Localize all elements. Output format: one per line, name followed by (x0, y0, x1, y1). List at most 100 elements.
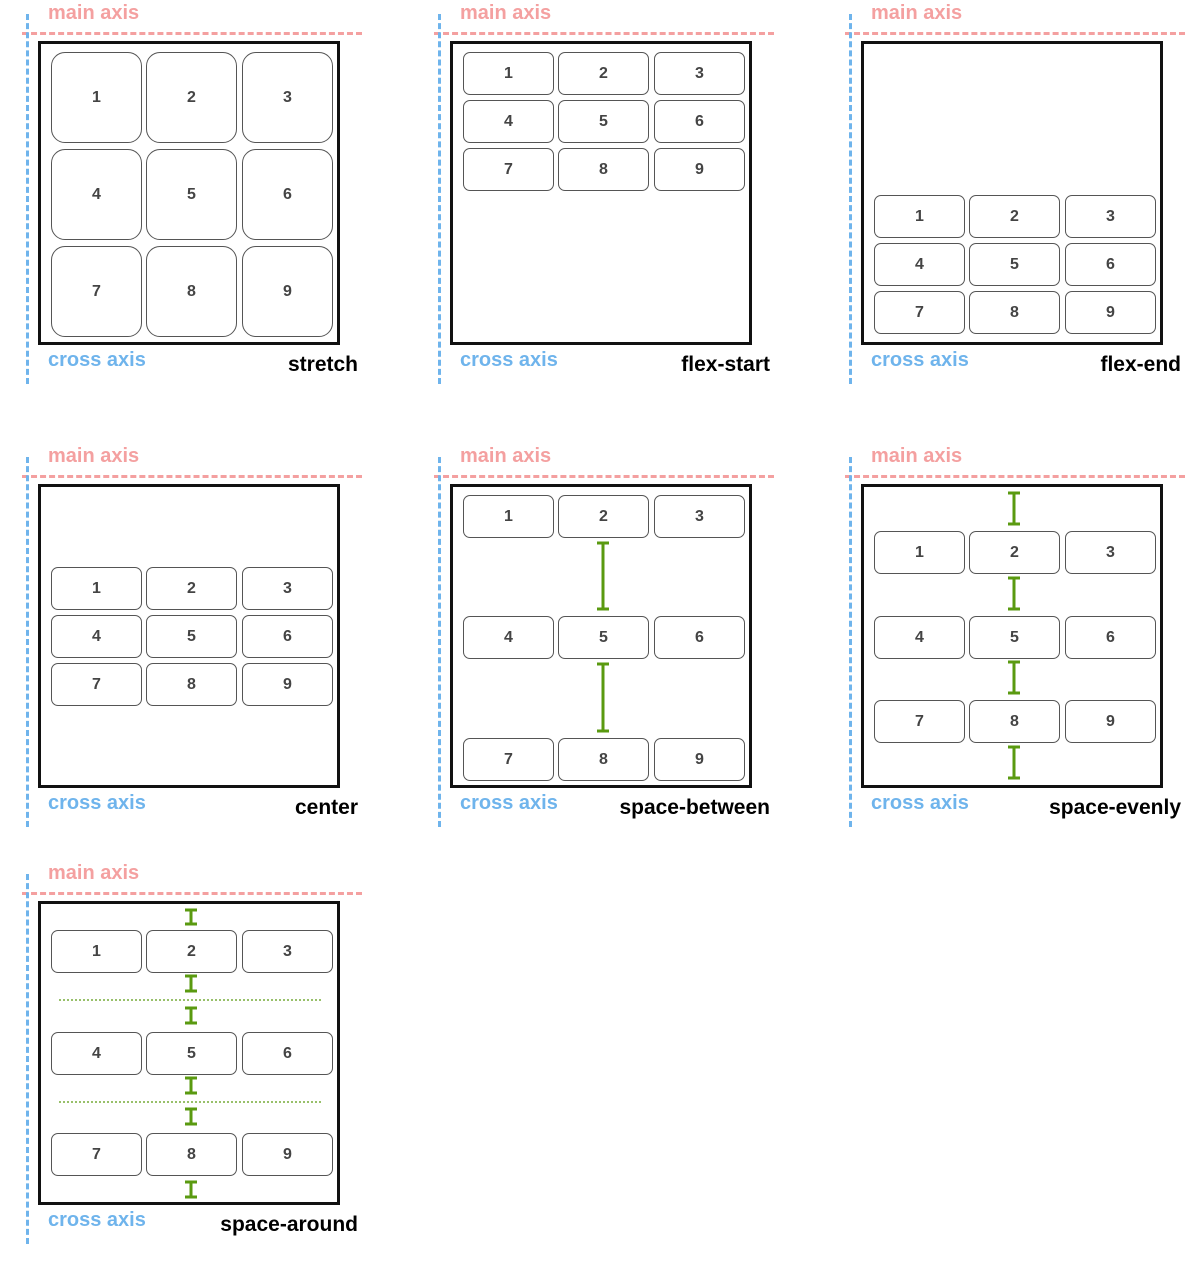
gap-marker-icon (597, 662, 609, 733)
flex-item: 7 (463, 148, 554, 191)
flex-container: 123 456 789 (861, 41, 1163, 345)
flex-item: 6 (242, 149, 333, 240)
flex-item: 1 (51, 567, 142, 610)
flex-item: 8 (146, 246, 237, 337)
flex-item: 3 (242, 567, 333, 610)
flex-item: 5 (969, 243, 1060, 286)
flex-container: 123456789 (38, 901, 340, 1205)
align-content-mode-label: center (294, 796, 358, 819)
flex-item: 5 (558, 100, 649, 143)
main-axis-label: main axis (48, 2, 140, 24)
main-axis-label: main axis (460, 2, 552, 24)
panel-flex-end: main axis 1 2 3 4 5 6 7 8 9 cross axis flex-end (845, 2, 1194, 404)
flex-item: 8 (146, 663, 237, 706)
gap-marker-icon (185, 974, 197, 993)
flex-container: 123456789 (450, 484, 752, 788)
flex-item: 4 (51, 615, 142, 658)
flex-item: 7 (51, 663, 142, 706)
cross-axis-line (849, 14, 852, 384)
flex-item: 6 (1065, 243, 1156, 286)
flex-item: 3 (1065, 195, 1156, 238)
gap-marker-icon (185, 1006, 197, 1025)
align-content-mode-label: flex-start (681, 353, 770, 376)
panel-space-between: main axis 1 2 3 4 5 6 7 8 9 cross axis space-betwee… (434, 445, 794, 847)
flex-container: 123 456 789 (38, 41, 340, 345)
panel-space-evenly: main axis 1 2 3 4 5 6 7 8 9 cross axis space-evenly (845, 445, 1194, 847)
flex-item: 5 (146, 615, 237, 658)
flex-item: 9 (1065, 291, 1156, 334)
gap-marker-icon (185, 1107, 197, 1126)
flex-item: 3 (654, 52, 745, 95)
flex-item: 2 (146, 52, 237, 143)
main-axis-line (434, 475, 774, 478)
gap-marker-icon (1008, 491, 1020, 526)
align-content-mode-label: space-between (619, 796, 770, 819)
flex-item: 9 (242, 246, 333, 337)
flex-container: 123 456 789 (38, 484, 340, 788)
flex-item: 8 (558, 148, 649, 191)
gap-markers (59, 908, 323, 1199)
align-content-mode-label: stretch (287, 353, 358, 376)
cross-axis-label: cross axis (871, 792, 969, 814)
main-axis-label: main axis (871, 2, 963, 24)
flex-item: 9 (242, 663, 333, 706)
main-axis-line (22, 475, 362, 478)
cross-axis-label: cross axis (460, 792, 558, 814)
flex-item: 2 (146, 567, 237, 610)
main-axis-line (434, 32, 774, 35)
main-axis-line (845, 32, 1185, 35)
main-axis-line (22, 892, 362, 895)
cross-axis-line (849, 457, 852, 827)
flex-item: 2 (558, 52, 649, 95)
panel-stretch: main axis 1 2 3 4 5 6 7 8 9 cross axis stretch (22, 2, 382, 404)
flex-item: 4 (874, 243, 965, 286)
flex-item: 4 (463, 100, 554, 143)
flex-container: 123 456 789 (450, 41, 752, 345)
panel-flex-start: main axis 1 2 3 4 5 6 7 8 9 cross axis flex-start (434, 2, 794, 404)
main-axis-label: main axis (48, 862, 140, 884)
cross-axis-line (26, 874, 29, 1244)
flex-item: 6 (654, 100, 745, 143)
main-axis-line (845, 475, 1185, 478)
flex-item: 2 (969, 195, 1060, 238)
cross-axis-line (438, 457, 441, 827)
cross-axis-line (26, 14, 29, 384)
align-content-mode-label: flex-end (1100, 353, 1181, 376)
flex-item: 8 (969, 291, 1060, 334)
main-axis-label: main axis (871, 445, 963, 467)
panel-space-around: main axis 1 2 3 4 5 6 7 8 9 cross axis space-around (22, 862, 382, 1264)
main-axis-label: main axis (460, 445, 552, 467)
flex-container: 123456789 (861, 484, 1163, 788)
gap-marker-icon (1008, 745, 1020, 780)
gap-marker-icon (185, 908, 197, 926)
flex-item: 3 (242, 52, 333, 143)
flex-item: 1 (463, 52, 554, 95)
main-axis-label: main axis (48, 445, 140, 467)
cross-axis-line (438, 14, 441, 384)
cross-axis-label: cross axis (871, 349, 969, 371)
cross-axis-line (26, 457, 29, 827)
gap-marker-icon (1008, 576, 1020, 611)
align-content-mode-label: space-evenly (1049, 796, 1181, 819)
flex-item: 7 (874, 291, 965, 334)
cross-axis-label: cross axis (48, 1209, 146, 1231)
flex-item: 6 (242, 615, 333, 658)
gap-marker-icon (185, 1076, 197, 1095)
cross-axis-label: cross axis (48, 792, 146, 814)
flex-item: 1 (51, 52, 142, 143)
cross-axis-label: cross axis (48, 349, 146, 371)
flex-item: 9 (654, 148, 745, 191)
panel-center: main axis 1 2 3 4 5 6 7 8 9 cross axis center (22, 445, 382, 847)
gap-markers (597, 541, 609, 733)
main-axis-line (22, 32, 362, 35)
gap-marker-icon (597, 541, 609, 611)
gap-marker-icon (185, 1180, 197, 1199)
flex-item: 7 (51, 246, 142, 337)
gap-markers (1008, 491, 1020, 780)
flex-item: 5 (146, 149, 237, 240)
flex-item: 4 (51, 149, 142, 240)
align-content-mode-label: space-around (220, 1213, 358, 1236)
gap-marker-icon (1008, 660, 1020, 695)
flex-item: 1 (874, 195, 965, 238)
cross-axis-label: cross axis (460, 349, 558, 371)
